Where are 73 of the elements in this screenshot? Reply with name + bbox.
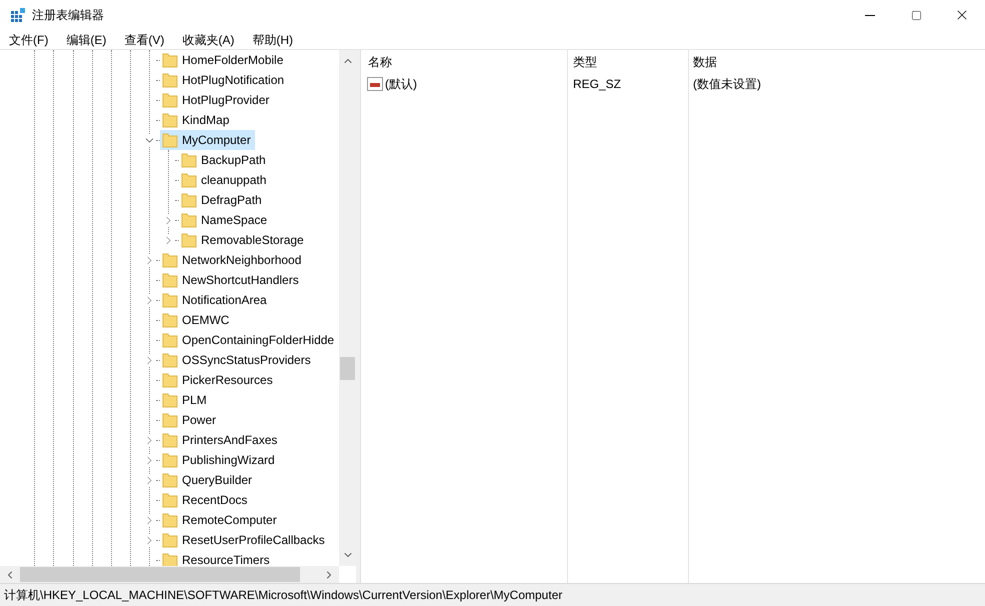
- tree-item[interactable]: BackupPath: [179, 150, 270, 170]
- tree-item[interactable]: DefragPath: [179, 190, 266, 210]
- tree-item[interactable]: NameSpace: [179, 210, 272, 230]
- tree-item[interactable]: OSSyncStatusProviders: [160, 350, 315, 370]
- maximize-icon: [910, 10, 922, 20]
- tree-item[interactable]: HotPlugProvider: [160, 90, 274, 110]
- folder-icon: [181, 232, 197, 248]
- horizontal-scrollbar[interactable]: [0, 566, 339, 583]
- folder-icon: [162, 512, 178, 528]
- minimize-icon: [865, 14, 875, 16]
- menu-item[interactable]: 帮助(H): [243, 30, 302, 48]
- value-row[interactable]: (默认) REG_SZ (数值未设置): [361, 74, 985, 94]
- tree-item[interactable]: PrintersAndFaxes: [160, 430, 282, 450]
- tree-item[interactable]: KindMap: [160, 110, 234, 130]
- tree-item[interactable]: QueryBuilder: [160, 470, 256, 490]
- tree-item[interactable]: OEMWC: [160, 310, 234, 330]
- tree-item[interactable]: ResourceTimers: [160, 550, 274, 566]
- tree-item[interactable]: PickerResources: [160, 370, 277, 390]
- folder-icon: [181, 172, 197, 188]
- value-type: REG_SZ: [573, 77, 622, 91]
- window-title: 注册表编辑器: [32, 7, 104, 24]
- tree-item[interactable]: HomeFolderMobile: [160, 50, 288, 70]
- folder-icon: [162, 372, 178, 388]
- folder-icon: [162, 452, 178, 468]
- folder-icon: [162, 332, 178, 348]
- string-value-icon: [367, 76, 383, 92]
- folder-icon: [162, 132, 178, 148]
- folder-icon: [162, 252, 178, 268]
- folder-icon: [181, 192, 197, 208]
- folder-icon: [181, 152, 197, 168]
- tree-item[interactable]: RemoteComputer: [160, 510, 281, 530]
- value-data: (数值未设置): [693, 77, 761, 91]
- folder-icon: [162, 432, 178, 448]
- folder-icon: [162, 352, 178, 368]
- tree-item[interactable]: OpenContainingFolderHidde: [160, 330, 338, 350]
- tree-item[interactable]: NotificationArea: [160, 290, 271, 310]
- tree-item[interactable]: Power: [160, 410, 220, 430]
- value-name: (默认): [385, 76, 417, 93]
- tree-item[interactable]: PublishingWizard: [160, 450, 279, 470]
- tree-item[interactable]: NetworkNeighborhood: [160, 250, 306, 270]
- column-header[interactable]: 名称: [368, 55, 392, 69]
- folder-icon: [162, 312, 178, 328]
- folder-icon: [162, 492, 178, 508]
- scroll-thumb[interactable]: [20, 567, 300, 582]
- menu-item[interactable]: 收藏夹(A): [173, 30, 244, 48]
- scroll-thumb[interactable]: [340, 357, 355, 380]
- vertical-scrollbar[interactable]: [339, 50, 356, 566]
- registry-icon: [10, 7, 26, 23]
- column-header[interactable]: 类型: [573, 55, 597, 69]
- status-path: 计算机\HKEY_LOCAL_MACHINE\SOFTWARE\Microsoft\Windows\CurrentVersion\Explorer\MyComputer: [3, 587, 562, 604]
- tree-item[interactable]: ResetUserProfileCallbacks: [160, 530, 329, 550]
- folder-icon: [162, 392, 178, 408]
- folder-icon: [162, 92, 178, 108]
- folder-icon: [162, 272, 178, 288]
- tree-item[interactable]: NewShortcutHandlers: [160, 270, 303, 290]
- tree-item[interactable]: cleanuppath: [179, 170, 270, 190]
- menu-item[interactable]: 文件(F): [0, 30, 58, 48]
- folder-icon: [162, 52, 178, 68]
- tree-item[interactable]: MyComputer: [160, 130, 255, 150]
- folder-icon: [162, 292, 178, 308]
- tree-item[interactable]: RemovableStorage: [179, 230, 308, 250]
- menu-item[interactable]: 编辑(E): [57, 30, 116, 48]
- tree-item[interactable]: RecentDocs: [160, 490, 252, 510]
- folder-icon: [181, 212, 197, 228]
- folder-icon: [162, 472, 178, 488]
- folder-icon: [162, 72, 178, 88]
- menu-item[interactable]: 查看(V): [115, 30, 174, 48]
- folder-icon: [162, 532, 178, 548]
- folder-icon: [162, 112, 178, 128]
- tree-item[interactable]: HotPlugNotification: [160, 70, 288, 90]
- column-header[interactable]: 数据: [693, 55, 717, 69]
- tree-item[interactable]: PLM: [160, 390, 211, 410]
- folder-icon: [162, 412, 178, 428]
